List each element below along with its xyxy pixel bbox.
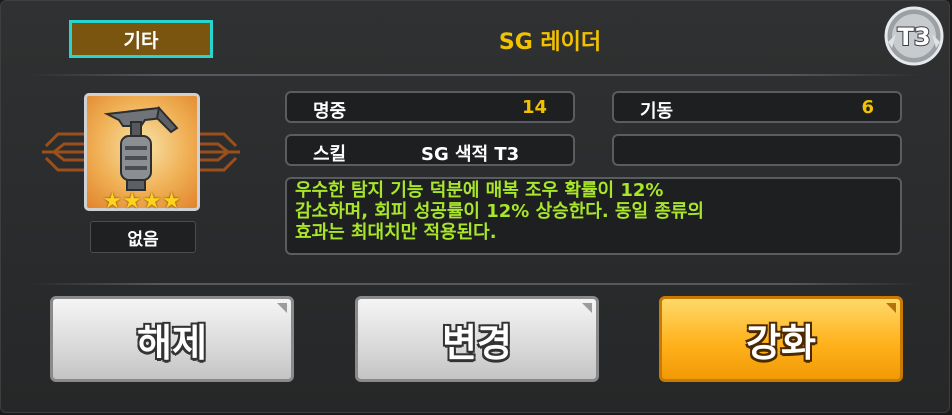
star-icon: ★ xyxy=(142,189,162,214)
stat-accuracy: 명중 14 xyxy=(285,91,575,123)
stat-skill[interactable]: 스킬 SG 색적 T3 xyxy=(285,134,575,166)
enhance-button[interactable]: 강화 xyxy=(659,296,903,382)
item-name: SG 레이더 xyxy=(498,30,602,55)
enhance-button-label: 강화 xyxy=(746,320,816,365)
skill-value: SG 색적 T3 xyxy=(421,144,520,165)
tier-badge-text: T3 xyxy=(897,23,930,51)
star-icon: ★ xyxy=(122,189,142,214)
change-button[interactable]: 변경 xyxy=(355,296,599,382)
unequip-button-label: 해제 xyxy=(137,320,207,365)
corner-decoration xyxy=(886,303,896,313)
rarity-stars: ★ ★ ★ ★ xyxy=(96,190,188,214)
equipped-by-label: 없음 xyxy=(90,221,196,253)
stat-label: 명중 xyxy=(313,101,347,122)
change-button-label: 변경 xyxy=(442,320,512,365)
star-icon: ★ xyxy=(102,189,123,214)
corner-decoration xyxy=(582,303,592,313)
item-description: 우수한 탐지 기능 덕분에 매복 조우 확률이 12% 감소하며, 회피 성공률… xyxy=(285,177,902,255)
star-icon: ★ xyxy=(161,189,182,214)
header-divider xyxy=(30,74,920,76)
tier-badge-icon: T3 xyxy=(884,6,944,66)
stat-value: 14 xyxy=(521,97,547,118)
category-tab[interactable]: 기타 xyxy=(69,20,213,58)
stat-value: 6 xyxy=(861,97,874,118)
footer-divider xyxy=(30,283,920,285)
stat-mobility: 기동 6 xyxy=(612,91,902,123)
corner-decoration xyxy=(277,303,287,313)
stat-label: 기동 xyxy=(640,101,674,122)
stat-label: 스킬 xyxy=(313,144,347,165)
unequip-button[interactable]: 해제 xyxy=(50,296,294,382)
stat-empty-slot xyxy=(612,134,902,166)
